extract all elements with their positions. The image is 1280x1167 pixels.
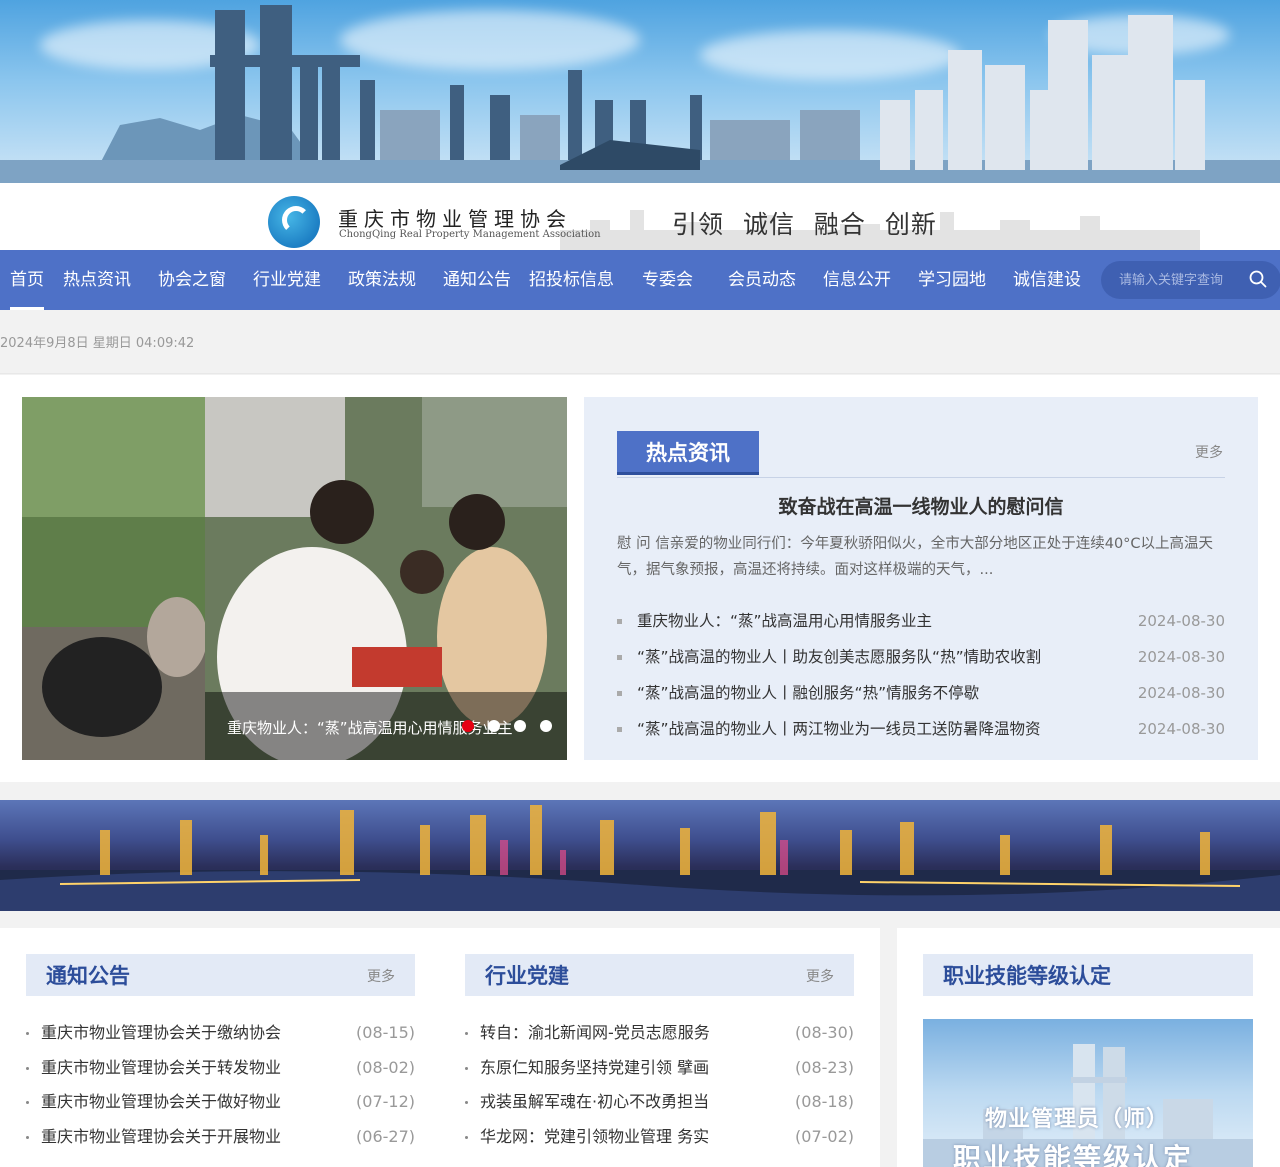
search-box — [1101, 261, 1280, 299]
nav-item-disclosure[interactable]: 信息公开 — [823, 250, 891, 310]
notice-header: 通知公告 更多 — [26, 954, 415, 996]
list-item[interactable]: “蒸”战高温的物业人丨两江物业为一线员工送防暑降温物资 2024-08-30 — [617, 711, 1225, 747]
nav-item-integrity[interactable]: 诚信建设 — [1013, 250, 1081, 310]
cert-title[interactable]: 职业技能等级认定 — [943, 960, 1111, 990]
logo-band: 重庆市物业管理协会 ChongQing Real Property Manage… — [0, 183, 1280, 250]
hot-news-summary: 慰 问 信亲爱的物业同行们：今年夏秋骄阳似火，全市大部分地区正处于连续40°C以… — [617, 536, 1214, 578]
night-city-banner — [0, 800, 1280, 911]
hot-news-headline[interactable]: 致奋战在高温一线物业人的慰问信 — [584, 492, 1258, 519]
slider-caption: 重庆物业人：“蒸”战高温用心用情服务业主 — [205, 692, 567, 760]
news-slider[interactable]: 重庆物业人：“蒸”战高温用心用情服务业主 — [22, 397, 567, 760]
nav-item-home[interactable]: 首页 — [10, 250, 44, 310]
slogan: 引领 诚信 融合 创新 — [672, 210, 937, 239]
slider-dot-2[interactable] — [488, 720, 500, 732]
date-bar: 2024年9月8日 星期日 04:09:42 — [0, 310, 1280, 374]
list-item[interactable]: 华龙网：党建引领物业管理 务实 (07-02) — [465, 1120, 854, 1155]
nav-item-association[interactable]: 协会之窗 — [158, 250, 226, 310]
slider-dot-4[interactable] — [540, 720, 552, 732]
list-item[interactable]: 重庆市物业管理协会关于转发物业 (08-02) — [26, 1051, 415, 1086]
hot-news-tab[interactable]: 热点资讯 — [617, 431, 759, 475]
cert-image-text-1: 物业管理员（师） — [985, 1107, 1170, 1132]
list-item[interactable]: “蒸”战高温的物业人丨助友创美志愿服务队“热”情助农收割 2024-08-30 — [617, 639, 1225, 675]
list-item[interactable]: 重庆物业人：“蒸”战高温用心用情服务业主 2024-08-30 — [617, 603, 1225, 639]
association-logo[interactable] — [268, 196, 320, 248]
nav-item-learning[interactable]: 学习园地 — [918, 250, 986, 310]
cert-header: 职业技能等级认定 — [923, 954, 1253, 996]
hot-news-list: 重庆物业人：“蒸”战高温用心用情服务业主 2024-08-30 “蒸”战高温的物业… — [617, 603, 1225, 747]
featured-section: 重庆物业人：“蒸”战高温用心用情服务业主 热点资讯 更多 致奋战在高温一线物业人… — [0, 375, 1280, 782]
org-name-en: ChongQing Real Property Management Assoc… — [339, 229, 601, 240]
nav-item-notices[interactable]: 通知公告 — [443, 250, 511, 310]
nav-item-member-news[interactable]: 会员动态 — [728, 250, 796, 310]
list-item[interactable]: 重庆市物业管理协会关于缴纳协会 (08-15) — [26, 1016, 415, 1051]
list-item[interactable]: 重庆市物业管理协会关于开展物业 (06-27) — [26, 1120, 415, 1155]
hot-news-panel: 热点资讯 更多 致奋战在高温一线物业人的慰问信 慰 问 信亲爱的物业同行们：今年… — [584, 397, 1258, 760]
slider-dot-1[interactable] — [462, 720, 474, 732]
list-item[interactable]: 戎装虽解军魂在·初心不改勇担当 (08-18) — [465, 1085, 854, 1120]
header-banner — [0, 0, 1280, 183]
party-more-link[interactable]: 更多 — [806, 966, 834, 986]
nav-item-policy[interactable]: 政策法规 — [348, 250, 416, 310]
list-item[interactable]: “蒸”战高温的物业人丨融创服务“热”情服务不停歇 2024-08-30 — [617, 675, 1225, 711]
list-item[interactable]: 东原仁知服务坚持党建引领 擘画 (08-23) — [465, 1051, 854, 1086]
news-columns: 通知公告 更多 重庆市物业管理协会关于缴纳协会 (08-15) 重庆市物业管理协会… — [0, 928, 880, 1167]
list-item[interactable]: 转自：渝北新闻网-党员志愿服务 (08-30) — [465, 1016, 854, 1051]
nav-item-bidding[interactable]: 招投标信息 — [529, 250, 614, 310]
main-nav: 首页 热点资讯 协会之窗 行业党建 政策法规 通知公告 招投标信息 专委会 会员… — [0, 250, 1280, 310]
notice-list: 重庆市物业管理协会关于缴纳协会 (08-15) 重庆市物业管理协会关于转发物业 (0… — [26, 1016, 415, 1154]
divider — [617, 477, 1225, 478]
certification-banner[interactable]: 物业管理员（师） 职业技能等级认定 — [923, 1019, 1253, 1167]
list-item[interactable]: 重庆市物业管理协会关于做好物业 (07-12) — [26, 1085, 415, 1120]
search-icon[interactable] — [1249, 270, 1267, 288]
party-header: 行业党建 更多 — [465, 954, 854, 996]
org-name-cn: 重庆市物业管理协会 — [338, 207, 572, 231]
cert-image-text-2: 职业技能等级认定 — [953, 1142, 1194, 1167]
certification-panel: 职业技能等级认定 物业管理员（师） 职业技能等级认定 — [897, 928, 1280, 1167]
city-skyline-image — [0, 5, 1280, 183]
nav-item-hot-news[interactable]: 热点资讯 — [63, 250, 131, 310]
nav-item-committees[interactable]: 专委会 — [642, 250, 693, 310]
current-datetime: 2024年9月8日 星期日 04:09:42 — [0, 336, 195, 351]
notice-more-link[interactable]: 更多 — [367, 966, 395, 986]
hot-news-more-link[interactable]: 更多 — [1195, 442, 1223, 462]
night-city-image — [0, 805, 1280, 911]
notice-title[interactable]: 通知公告 — [46, 960, 130, 990]
party-title[interactable]: 行业党建 — [485, 960, 569, 990]
nav-item-party-building[interactable]: 行业党建 — [253, 250, 321, 310]
party-list: 转自：渝北新闻网-党员志愿服务 (08-30) 东原仁知服务坚持党建引领 擘画 (0… — [465, 1016, 854, 1154]
slider-dot-3[interactable] — [514, 720, 526, 732]
search-input[interactable] — [1119, 270, 1239, 290]
